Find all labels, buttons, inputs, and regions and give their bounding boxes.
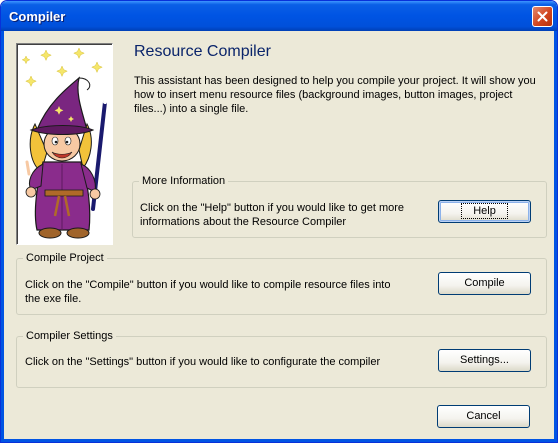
compiler-settings-legend: Compiler Settings [23,330,116,343]
title-bar[interactable]: Compiler [1,1,557,31]
wizard-icon [21,47,108,239]
page-description: This assistant has been designed to help… [134,75,536,115]
compiler-settings-group: Compiler Settings Click on the "Settings… [16,330,547,388]
compile-project-text: Click on the "Compile" button if you wou… [25,279,391,305]
compiler-settings-text: Click on the "Settings" button if you wo… [25,356,381,368]
close-icon [537,11,548,22]
help-button-label: Help [461,203,508,219]
window-title: Compiler [9,9,66,24]
settings-button[interactable]: Settings... [438,349,531,372]
page-title: Resource Compiler [134,43,271,60]
more-information-text: Click on the "Help" button if you would … [140,202,404,228]
more-information-group: More Information Click on the "Help" but… [132,175,547,238]
dialog-body: Resource Compiler This assistant has bee… [1,31,557,442]
wizard-illustration [16,43,113,245]
compile-project-legend: Compile Project [23,252,107,265]
more-information-legend: More Information [139,175,229,188]
close-button[interactable] [532,6,553,27]
cancel-button[interactable]: Cancel [437,405,530,428]
compiler-window: Compiler Resource Compiler This assistan… [0,0,558,443]
compile-project-group: Compile Project Click on the "Compile" b… [16,252,547,315]
compile-button[interactable]: Compile [438,272,531,295]
help-button[interactable]: Help [438,200,531,223]
